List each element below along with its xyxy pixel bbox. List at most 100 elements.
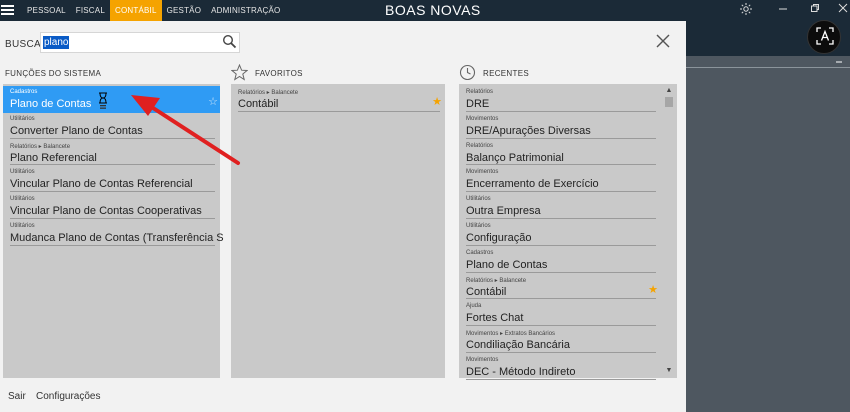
- item-category: Ajuda: [466, 303, 482, 310]
- search-input-value: plano: [43, 36, 70, 49]
- search-input[interactable]: plano: [40, 32, 240, 53]
- recente-item[interactable]: Cadastros Plano de Contas: [462, 247, 660, 274]
- funcao-item[interactable]: Relatórios ▸ Balancete Plano Referencial: [6, 140, 219, 167]
- item-separator: [466, 217, 656, 219]
- menu-item-gestão[interactable]: GESTÃO: [162, 0, 207, 21]
- item-name: Vincular Plano de Contas Cooperativas: [10, 205, 202, 218]
- favorite-star-icon[interactable]: ★: [648, 283, 658, 296]
- add-favorite-star-icon[interactable]: ☆: [208, 95, 218, 108]
- restore-window-icon[interactable]: [810, 3, 820, 16]
- recentes-list: ▲ ▼ Relatórios DRE Movimentos DRE/Apurações…: [459, 84, 677, 381]
- item-separator: [466, 351, 656, 353]
- search-label: BUSCA: [5, 39, 41, 50]
- funcao-item[interactable]: Utilitários Converter Plano de Contas: [6, 113, 219, 140]
- item-category: Movimentos: [466, 169, 499, 176]
- favorite-star-icon[interactable]: ★: [432, 95, 442, 108]
- item-separator: [10, 164, 215, 166]
- item-name: Plano Referencial: [10, 151, 97, 164]
- item-separator: [238, 110, 440, 112]
- recente-item[interactable]: Relatórios Balanço Patrimonial: [462, 140, 660, 167]
- top-menu-bar: PESSOAL FISCAL CONTÁBIL GESTÃO ADMINISTRAÇÃO…: [0, 0, 850, 21]
- item-category: Relatórios ▸ Balancete: [238, 90, 299, 96]
- item-category: Relatórios ▸ Balancete: [466, 277, 527, 284]
- item-separator: [10, 217, 215, 219]
- favorito-item[interactable]: Relatórios ▸ Balancete Contábil ★: [234, 86, 444, 113]
- funcoes-title: FUNÇÕES DO SISTEMA: [5, 69, 102, 78]
- minimize-window-icon[interactable]: [778, 3, 788, 16]
- text-recognition-icon: [816, 27, 834, 45]
- item-name: Contábil: [466, 285, 507, 298]
- busy-cursor-icon: [98, 92, 108, 110]
- app-title: BOAS NOVAS: [385, 2, 481, 18]
- item-category: Movimentos: [466, 115, 499, 122]
- item-name: Mudanca Plano de Contas (Transferência S: [10, 232, 224, 244]
- minimize-inner-icon[interactable]: [835, 57, 843, 67]
- item-name: Contábil: [238, 98, 279, 110]
- item-category: Utilitários: [466, 196, 491, 203]
- favoritos-list: Relatórios ▸ Balancete Contábil ★: [231, 84, 445, 378]
- main-menu: PESSOAL FISCAL CONTÁBIL GESTÃO ADMINISTRAÇÃO: [22, 0, 285, 21]
- funcoes-list: Cadastros Plano de Contas ☆ Utilitários Conv…: [3, 84, 224, 378]
- recente-item[interactable]: Movimentos Encerramento de Exercício: [462, 166, 660, 193]
- item-category: Utilitários: [10, 169, 35, 176]
- background-workspace: [686, 56, 850, 412]
- scroll-up-icon[interactable]: ▲: [664, 86, 674, 96]
- recente-item[interactable]: Relatórios DRE: [462, 86, 660, 113]
- item-name: Balanço Patrimonial: [466, 151, 564, 164]
- menu-item-administração[interactable]: ADMINISTRAÇÃO: [206, 0, 285, 21]
- recente-item[interactable]: Utilitários Outra Empresa: [462, 193, 660, 220]
- menu-item-pessoal[interactable]: PESSOAL: [22, 0, 71, 21]
- item-category: Utilitários: [466, 223, 491, 229]
- recente-item[interactable]: Utilitários Configuração: [462, 220, 660, 247]
- item-separator: [466, 164, 656, 166]
- star-outline-icon: [230, 63, 249, 81]
- close-window-icon[interactable]: [838, 3, 848, 16]
- sair-link[interactable]: Sair: [8, 391, 26, 402]
- close-dialog-icon[interactable]: [655, 33, 671, 49]
- item-name: Converter Plano de Contas: [10, 124, 143, 137]
- settings-sun-icon[interactable]: [740, 3, 752, 18]
- item-category: Utilitários: [10, 223, 35, 229]
- funcao-item[interactable]: Utilitários Mudanca Plano de Contas (Tran…: [6, 220, 224, 247]
- menu-item-fiscal[interactable]: FISCAL: [71, 0, 110, 21]
- funcao-item[interactable]: Cadastros Plano de Contas ☆: [3, 86, 220, 113]
- item-category: Movimentos: [466, 357, 499, 363]
- search-icon[interactable]: [222, 34, 237, 49]
- item-category: Relatórios: [466, 89, 494, 95]
- item-name: Vincular Plano de Contas Referencial: [10, 178, 193, 191]
- funcao-item[interactable]: Utilitários Vincular Plano de Contas Coop…: [6, 193, 219, 220]
- item-name: Condiliação Bancária: [466, 339, 570, 352]
- scroll-thumb[interactable]: [665, 97, 673, 107]
- item-separator: [466, 191, 656, 193]
- recente-item[interactable]: Movimentos DEC - Método Indireto: [462, 354, 660, 381]
- recentes-title: RECENTES: [483, 69, 529, 78]
- hamburger-menu-icon[interactable]: [1, 3, 15, 17]
- recente-item[interactable]: Movimentos ▸ Extratos Bancários Condiliaç…: [462, 327, 660, 354]
- text-recognition-button[interactable]: [807, 20, 841, 54]
- clock-icon: [459, 64, 476, 81]
- menu-item-contábil[interactable]: CONTÁBIL: [109, 0, 162, 21]
- scroll-down-icon[interactable]: ▼: [664, 366, 674, 376]
- item-category: Cadastros: [466, 249, 494, 256]
- item-name: Plano de Contas: [10, 98, 92, 110]
- item-separator: [466, 271, 656, 273]
- item-separator: [466, 244, 656, 246]
- item-name: Plano de Contas: [466, 258, 548, 271]
- item-separator: [466, 137, 656, 139]
- item-category: Relatórios ▸ Balancete: [10, 143, 71, 150]
- recentes-scrollbar[interactable]: ▲ ▼: [664, 86, 674, 376]
- item-separator: [10, 191, 215, 193]
- item-separator: [466, 378, 656, 380]
- recente-item[interactable]: Ajuda Fortes Chat: [462, 300, 660, 327]
- item-category: Cadastros: [10, 89, 38, 95]
- divider: [686, 67, 850, 68]
- configuracoes-link[interactable]: Configurações: [36, 391, 100, 402]
- item-category: Utilitários: [10, 115, 35, 122]
- funcao-item[interactable]: Utilitários Vincular Plano de Contas Refe…: [6, 166, 219, 193]
- recente-item[interactable]: Movimentos DRE/Apurações Diversas: [462, 113, 660, 140]
- item-separator: [466, 298, 656, 300]
- item-name: DEC - Método Indireto: [466, 366, 576, 378]
- recente-item[interactable]: Relatórios ▸ Balancete Contábil ★: [462, 274, 660, 301]
- item-name: Configuração: [466, 232, 532, 244]
- item-category: Relatórios: [466, 142, 494, 149]
